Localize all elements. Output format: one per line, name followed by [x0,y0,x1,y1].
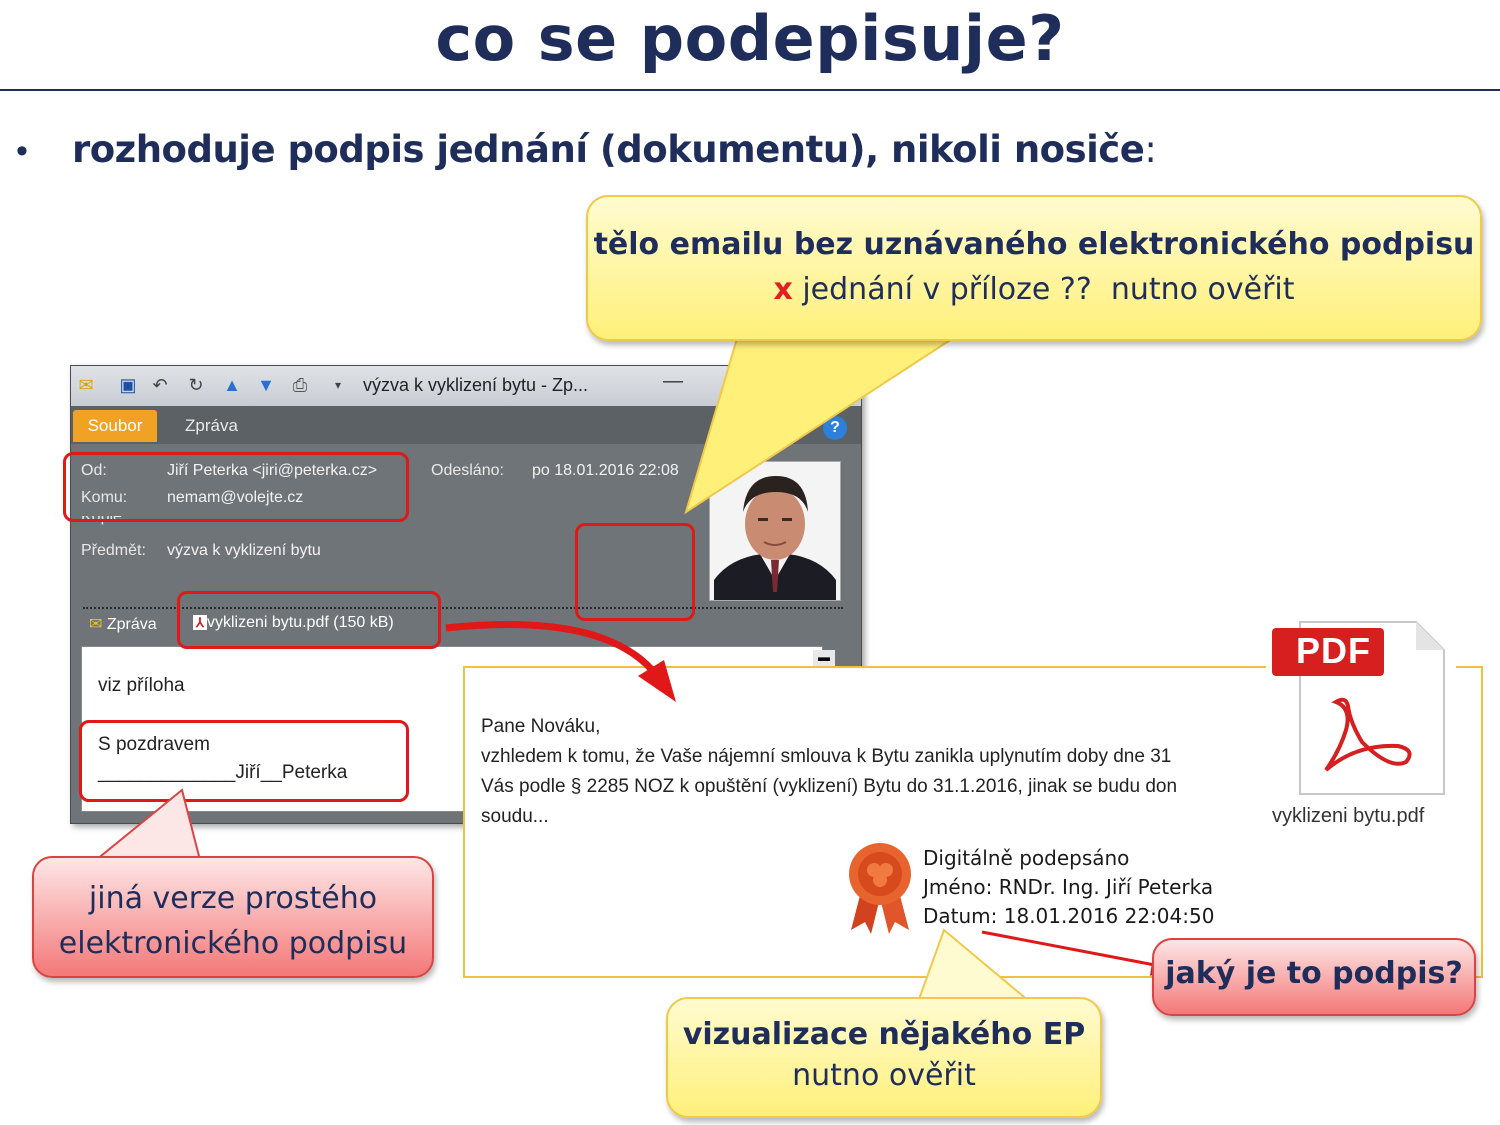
sender-photo [709,461,841,601]
pdf-badge-label: PDF [1296,630,1371,671]
attachment-message-tab[interactable]: ✉ Zpráva [89,614,157,638]
callout-top-text-b: nutno ověřit [1110,272,1295,307]
highlight-attachment [177,591,441,649]
signature-line: Jméno: RNDr. Ing. Jiří Peterka [923,875,1214,899]
callout-left-line2: elektronického podpisu [58,926,408,961]
quick-access-toolbar: ✉ ▣ ↶ ↻ ▲ ▼ ⎙ ▾ výzva k vyklizení bytu -… [71,366,861,406]
arrow-down-icon[interactable]: ▼ [255,374,277,396]
callout-top-line1: tělo emailu bez uznávaného elektronickéh… [593,227,1475,262]
sent-label: Odesláno: [431,462,504,479]
minimize-button[interactable]: — [663,370,683,393]
pdf-file-name: vyklizeni bytu.pdf [1272,805,1425,827]
tab-soubor[interactable]: Soubor [73,410,157,442]
tab-zprava[interactable]: Zpráva [185,410,238,442]
signature-line: Digitálně podepsáno [923,846,1130,870]
letter-line: vzhledem k tomu, že Vaše nájemní smlouva… [481,746,1172,767]
letter-line: Pane Nováku, [481,716,601,737]
help-icon[interactable]: ? [823,416,847,440]
sender-photo-portrait [710,462,840,600]
arrow-up-icon[interactable]: ▲ [221,374,243,396]
customize-toolbar-icon[interactable]: ▾ [327,374,349,396]
callout-what-signature: jaký je to podpis? [1152,938,1476,1016]
callout-right-text: jaký je to podpis? [1165,956,1463,991]
highlight-from-to [63,452,409,522]
letter-line: soudu... [481,806,549,827]
callout-top-line2: x jednání v příloze ?? nutno ověřit [588,272,1480,307]
redo-icon[interactable]: ↻ [185,374,207,396]
subject-label: Předmět: [81,542,146,559]
pdf-letter-text: Pane Nováku, vzhledem k tomu, že Vaše ná… [481,712,1261,842]
attachment-message-label: Zpráva [106,616,157,633]
sent-value: po 18.01.2016 22:08 [532,462,679,479]
window-title: výzva k vyklizení bytu - Zp... [363,375,589,395]
highlight-signature [79,720,409,802]
callout-top-x: x [773,272,793,307]
message-body-text: viz příloha [98,675,185,696]
callout-visualization: vizualizace nějakého EP nutno ověřit [666,997,1102,1118]
subject-value: výzva k vyklizení bytu [167,542,321,559]
envelope-icon[interactable]: ✉ [75,374,97,396]
callout-top-text-a: jednání v příloze ?? [792,272,1092,307]
ribbon-tab-bar: Soubor Zpráva ? [71,406,861,444]
print-preview-icon[interactable]: ⎙ [289,374,311,396]
callout-left-line1: jiná verze prostého [88,881,378,916]
callout-simple-signature: jiná verze prostého elektronického podpi… [32,856,434,978]
callout-bottom-line1: vizualizace nějakého EP [682,1017,1086,1052]
callout-bottom-line2: nutno ověřit [792,1058,976,1093]
signature-line: Datum: 18.01.2016 22:04:50 [923,904,1215,928]
callout-email-body: tělo emailu bez uznávaného elektronickéh… [586,195,1482,341]
save-icon[interactable]: ▣ [117,374,139,396]
digital-signature-visualization: Digitálně podepsáno Jméno: RNDr. Ing. Ji… [923,844,1214,931]
undo-icon[interactable]: ↶ [149,374,171,396]
highlight-missing-signature [575,523,695,621]
envelope-small-icon: ✉ [89,616,103,633]
letter-line: Vás podle § 2285 NOZ k opuštění (vyklize… [481,776,1178,797]
signature-seal-icon [849,843,911,934]
